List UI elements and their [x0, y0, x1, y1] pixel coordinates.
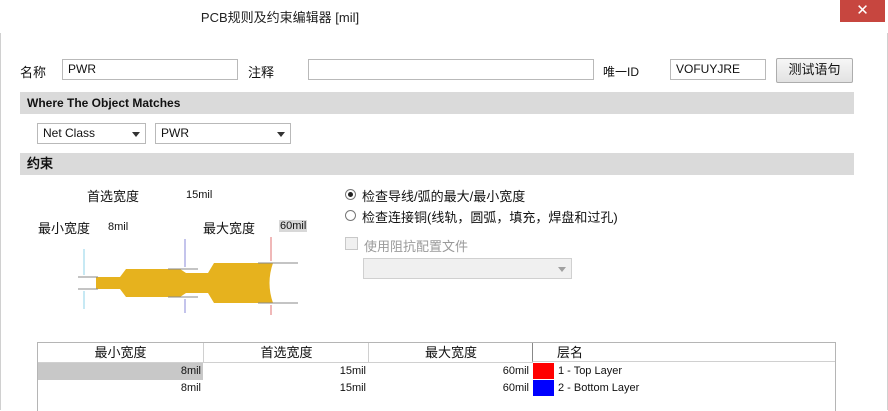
name-field[interactable]: PWR [62, 59, 238, 80]
constraints-section-header: 约束 [20, 153, 854, 175]
comment-field[interactable] [308, 59, 594, 80]
trace-width-diagram [78, 237, 298, 315]
match-value-select[interactable]: PWR [155, 123, 291, 144]
impedance-profile-select[interactable] [363, 258, 572, 279]
row-preferred-width[interactable]: 15mil [203, 363, 368, 380]
layer-color-swatch [533, 363, 554, 379]
check-track-radio[interactable] [345, 189, 356, 200]
check-track-label: 检查导线/弧的最大/最小宽度 [362, 189, 526, 204]
uid-label: 唯一ID [603, 65, 640, 79]
row-min-width[interactable]: 8mil [38, 363, 203, 380]
preferred-width-label: 首选宽度 [87, 189, 140, 204]
check-copper-radio[interactable] [345, 210, 356, 221]
comment-label: 注释 [248, 65, 275, 80]
test-query-button[interactable]: 测试语句 [776, 58, 853, 83]
close-button[interactable]: ✕ [840, 0, 885, 22]
col-header-max[interactable]: 最大宽度 [368, 343, 533, 363]
col-header-min[interactable]: 最小宽度 [38, 343, 203, 363]
uid-field[interactable]: VOFUYJRE [670, 59, 766, 80]
match-value-value: PWR [161, 126, 189, 140]
row-layer-name: 2 - Bottom Layer [558, 382, 640, 394]
match-section-header: Where The Object Matches [20, 92, 854, 114]
match-type-select[interactable]: Net Class [37, 123, 146, 144]
col-header-layer[interactable]: 层名 [532, 343, 835, 362]
impedance-checkbox[interactable] [345, 237, 358, 250]
name-label: 名称 [20, 65, 47, 80]
title-bar: PCB规则及约束编辑器 [mil] ✕ [0, 0, 888, 33]
chevron-down-icon [277, 132, 285, 137]
chevron-down-icon [132, 132, 140, 137]
layer-width-table: 最小宽度 首选宽度 最大宽度 层名 8mil 15mil 60mil 1 - T… [37, 342, 836, 411]
col-header-preferred[interactable]: 首选宽度 [203, 343, 369, 363]
window-title: PCB规则及约束编辑器 [mil] [200, 10, 360, 25]
match-type-value: Net Class [43, 126, 96, 140]
impedance-label: 使用阻抗配置文件 [364, 239, 469, 254]
row-max-width[interactable]: 60mil [368, 380, 531, 397]
row-min-width[interactable]: 8mil [38, 380, 203, 397]
layer-color-swatch [533, 380, 554, 396]
close-icon: ✕ [856, 2, 869, 19]
row-layer-name: 1 - Top Layer [558, 365, 623, 377]
row-max-width[interactable]: 60mil [368, 363, 531, 380]
check-copper-label: 检查连接铜(线轨，圆弧，填充，焊盘和过孔) [362, 210, 618, 225]
min-width-value[interactable]: 8mil [108, 221, 128, 233]
row-preferred-width[interactable]: 15mil [203, 380, 368, 397]
chevron-down-icon [558, 267, 566, 272]
preferred-width-value[interactable]: 15mil [186, 189, 212, 201]
max-width-value[interactable]: 60mil [279, 220, 308, 232]
